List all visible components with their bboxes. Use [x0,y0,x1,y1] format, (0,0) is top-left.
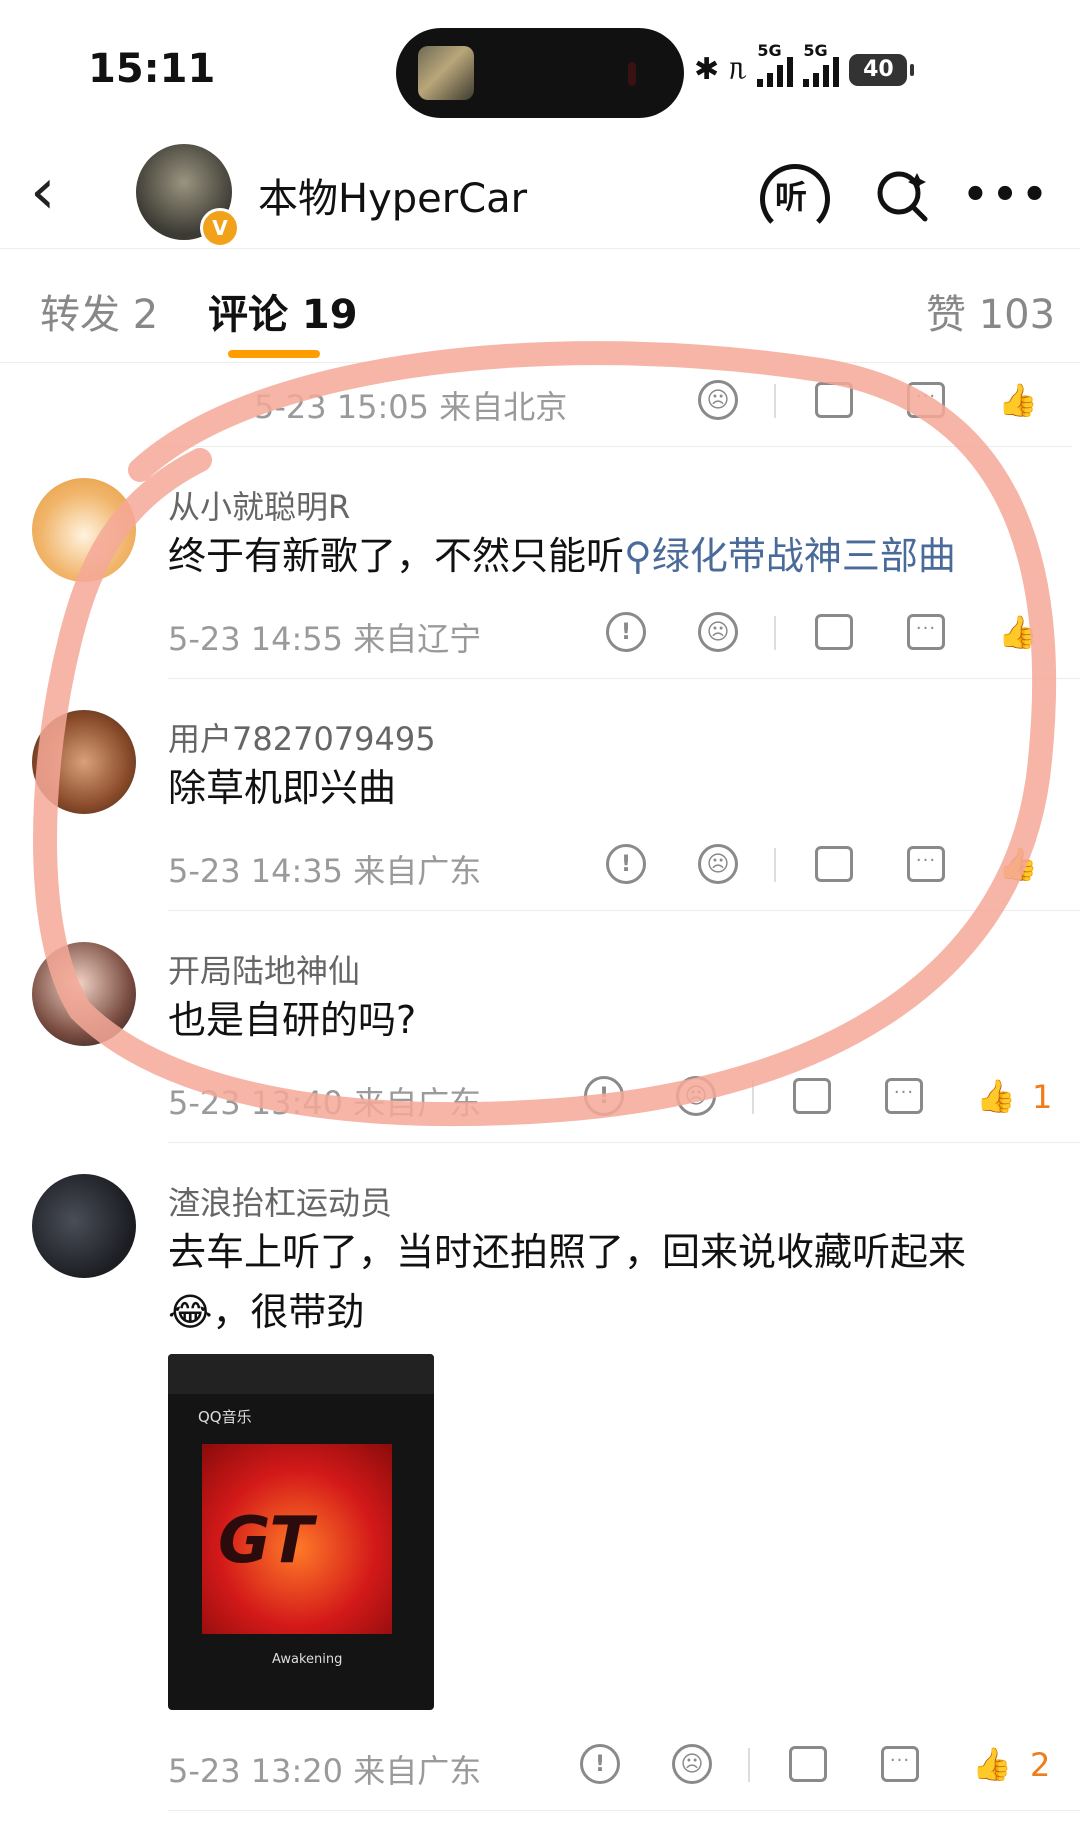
tab-bar: 转发 2 评论 19 赞 103 [0,250,1080,363]
like-count: 1 [1032,1078,1053,1116]
dislike-icon[interactable]: ☹ [672,1072,720,1120]
dislike-icon[interactable]: ☹ [694,840,742,888]
album-title: GT [218,1504,314,1578]
commenter-name[interactable]: 用户7827079495 [168,714,436,760]
share-icon[interactable] [784,1740,832,1788]
photo-app-label: QQ音乐 [198,1408,252,1426]
commenter-avatar[interactable] [32,942,136,1046]
like-count: 2 [1030,1746,1051,1784]
comment-time: 5-23 15:05 来自北京 [254,388,568,426]
report-icon[interactable]: ! [602,608,650,656]
divider [168,1810,1080,1811]
reply-icon[interactable]: ··· [876,1740,924,1788]
share-icon[interactable] [810,840,858,888]
comment-meta-row: 5-23 13:20 来自广东 ! ☹ ··· 👍 2 [168,1740,1068,1790]
status-bar: 15:11 ✱ ᥰ 5G 5G 40 [0,0,1080,140]
tab-repost[interactable]: 转发 2 [40,282,158,340]
reply-icon[interactable]: ··· [880,1072,928,1120]
divider [168,1142,1080,1143]
listen-headphone-icon[interactable]: 听 [756,160,830,234]
commenter-name[interactable]: 从小就聪明R [168,482,350,528]
author-name[interactable]: 本物HyperCar [258,166,527,224]
divider [168,678,1080,679]
comment-time: 5-23 14:55 来自辽宁 [168,620,482,658]
reply-icon[interactable]: ··· [902,376,950,424]
system-icons: ✱ ᥰ 5G 5G 40 [694,41,915,87]
reply-icon[interactable]: ··· [902,840,950,888]
laugh-cry-emoji-icon: 😂 [168,1290,213,1334]
divider [752,1080,754,1114]
reply-icon[interactable]: ··· [902,608,950,656]
comment-meta-row: 5-23 14:55 来自辽宁 ! ☹ ··· 👍 [168,608,1068,658]
commenter-name[interactable]: 开局陆地神仙 [168,946,360,992]
comment-meta-row: 5-23 14:35 来自广东 ! ☹ ··· 👍 [168,840,1068,890]
like-icon[interactable]: 👍 [994,608,1042,656]
like-icon[interactable]: 👍 [994,376,1042,424]
signal-2-icon: 5G [803,41,840,87]
album-caption: Awakening [272,1652,343,1667]
dynamic-island[interactable] [396,28,684,118]
comment-time: 5-23 13:40 来自广东 [168,1084,482,1122]
commenter-name[interactable]: 渣浪抬杠运动员 [168,1178,392,1224]
search-icon[interactable] [868,160,938,230]
earbuds-icon: ᥰ [729,52,748,87]
dislike-icon[interactable]: ☹ [694,608,742,656]
comment-text: 除草机即兴曲 [168,766,397,810]
share-icon[interactable] [788,1072,836,1120]
status-time: 15:11 [88,46,216,92]
nav-header: ‹ V 本物HyperCar 听 ••• [0,140,1080,249]
dislike-icon[interactable]: ☹ [694,376,742,424]
like-icon[interactable]: 👍 [994,840,1042,888]
dislike-icon[interactable]: ☹ [668,1740,716,1788]
topic-search-link[interactable]: ⚲绿化带战神三部曲 [624,534,956,578]
now-playing-thumbnail[interactable] [418,46,474,100]
comment-meta-row: 5-23 15:05 来自北京 ☹ ··· 👍 [168,376,1068,426]
signal-1-icon: 5G [757,41,794,87]
divider [774,616,776,650]
report-icon[interactable]: ! [602,840,650,888]
tab-active-indicator [228,350,320,358]
like-icon-active[interactable]: 👍 [968,1740,1016,1788]
comment-time: 5-23 13:20 来自广东 [168,1752,482,1790]
bluetooth-icon: ✱ [694,52,720,87]
share-icon[interactable] [810,608,858,656]
divider [160,446,1072,447]
divider [748,1748,750,1782]
car-screen-topbar [168,1354,434,1394]
share-icon[interactable] [810,376,858,424]
commenter-avatar[interactable] [32,1174,136,1278]
tab-comment[interactable]: 评论 19 [208,282,358,340]
comment-photo[interactable]: QQ音乐 GT Awakening [168,1354,434,1710]
back-icon[interactable]: ‹ [30,160,56,224]
recording-indicator [628,62,636,86]
divider [168,910,1080,911]
comment-meta-row: 5-23 13:40 来自广东 ! ☹ ··· 👍 1 [168,1072,1068,1122]
comment-time: 5-23 14:35 来自广东 [168,852,482,890]
like-icon-active[interactable]: 👍 [972,1072,1020,1120]
divider [774,848,776,882]
more-icon[interactable]: ••• [963,160,1048,230]
commenter-avatar[interactable] [32,478,136,582]
commenter-avatar[interactable] [32,710,136,814]
verified-badge-icon: V [200,208,240,248]
comment-text: 终于有新歌了，不然只能听⚲绿化带战神三部曲 [168,534,956,578]
tab-like[interactable]: 赞 103 [926,282,1055,340]
comment-text: 去车上听了，当时还拍照了，回来说收藏听起来 😂，很带劲 [168,1230,967,1334]
report-icon[interactable]: ! [580,1072,628,1120]
comment-text: 也是自研的吗? [168,998,417,1042]
divider [774,384,776,418]
battery-icon: 40 [849,53,915,86]
report-icon[interactable]: ! [576,1740,624,1788]
